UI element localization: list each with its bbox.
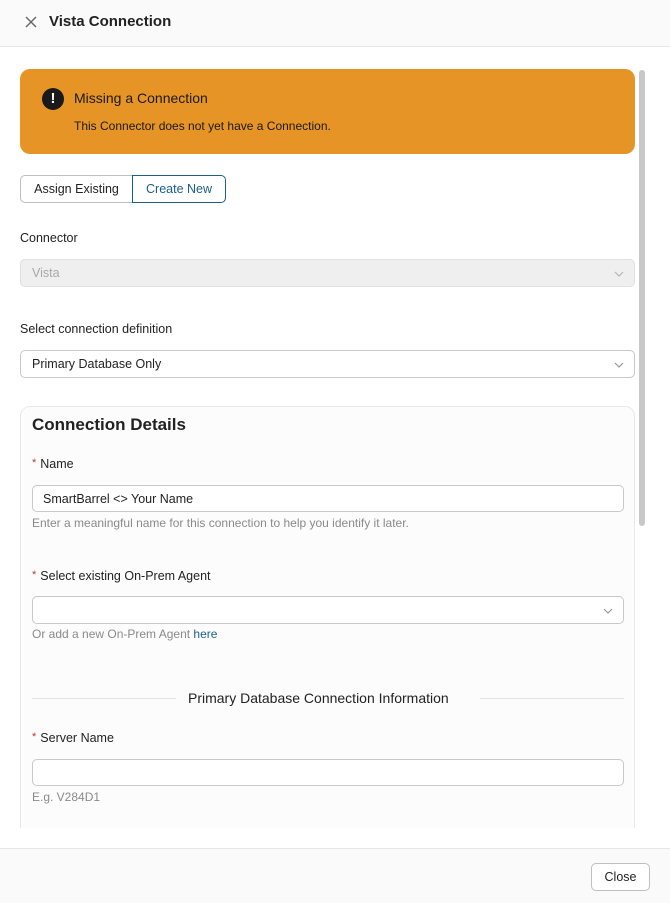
dialog-header: Vista Connection (0, 0, 670, 47)
exclamation-icon: ! (42, 88, 64, 110)
server-input[interactable] (32, 759, 624, 786)
required-marker: * (32, 731, 37, 743)
required-marker: * (32, 457, 37, 469)
name-label: * Name (32, 457, 74, 471)
definition-select-value: Primary Database Only (32, 357, 162, 371)
server-hint: E.g. V284D1 (32, 790, 101, 804)
connector-select: Vista (20, 259, 635, 287)
dialog-title: Vista Connection (49, 13, 172, 30)
name-input[interactable]: SmartBarrel <> Your Name (32, 485, 624, 512)
missing-connection-alert: ! Missing a Connection This Connector do… (20, 69, 635, 154)
alert-title: Missing a Connection (74, 90, 208, 106)
section-title: Primary Database Connection Information (188, 690, 449, 706)
add-agent-link[interactable]: here (193, 627, 217, 641)
required-marker: * (32, 569, 37, 581)
chevron-down-icon (614, 362, 624, 368)
alert-message: This Connector does not yet have a Conne… (74, 119, 331, 133)
agent-select[interactable] (32, 596, 624, 624)
section-divider-right (480, 698, 624, 699)
name-input-value: SmartBarrel <> Your Name (43, 491, 194, 506)
connection-details-title: Connection Details (32, 415, 186, 434)
scroll-mask (20, 828, 640, 848)
definition-select[interactable]: Primary Database Only (20, 350, 635, 378)
dialog-footer (0, 848, 670, 903)
definition-label: Select connection definition (20, 322, 173, 336)
scrollbar-thumb[interactable] (639, 70, 645, 526)
connector-select-value: Vista (32, 266, 60, 280)
agent-label: * Select existing On-Prem Agent (32, 569, 211, 583)
agent-hint: Or add a new On-Prem Agent here (32, 627, 218, 641)
connector-label: Connector (20, 231, 78, 245)
create-new-button[interactable]: Create New (132, 175, 226, 203)
assign-existing-button[interactable]: Assign Existing (20, 175, 133, 203)
server-label: * Server Name (32, 731, 114, 745)
close-button[interactable]: Close (591, 863, 650, 891)
chevron-down-icon (614, 271, 624, 277)
close-icon[interactable] (23, 14, 39, 30)
name-hint: Enter a meaningful name for this connect… (32, 516, 409, 530)
section-divider-left (32, 698, 176, 699)
chevron-down-icon (603, 608, 613, 614)
